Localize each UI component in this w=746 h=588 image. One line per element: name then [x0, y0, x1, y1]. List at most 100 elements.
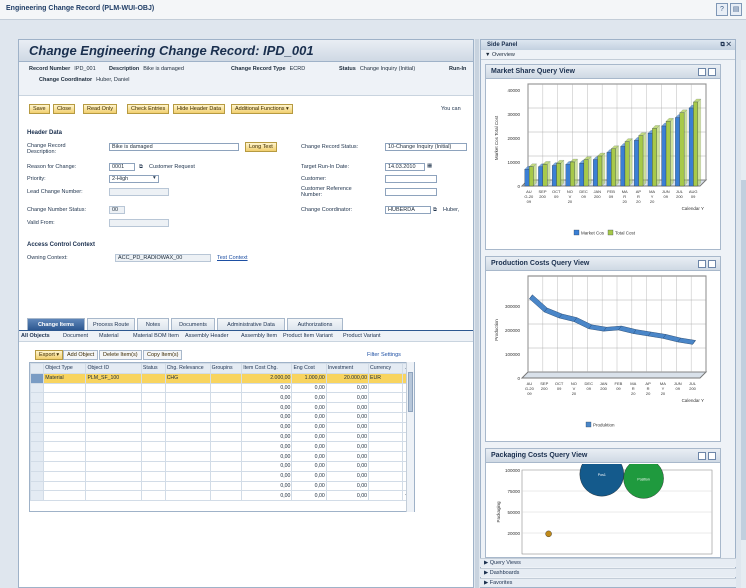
table-cell[interactable] [140, 382, 166, 394]
check-entries-button[interactable]: Check Entries [127, 104, 170, 114]
column-header[interactable]: Status [140, 363, 166, 374]
table-cell[interactable]: 0,00 [241, 451, 293, 462]
table-row[interactable]: 0,00 0,00 0,00 [29, 411, 414, 423]
table-row[interactable]: 0,00 0,00 0,00 [29, 382, 414, 394]
row-selector[interactable] [29, 490, 45, 502]
coord-input[interactable]: HUBERDA [385, 206, 431, 214]
table-cell[interactable] [164, 382, 211, 394]
table-cell[interactable] [43, 382, 87, 394]
table-cell[interactable]: 1.000,00 [291, 372, 327, 384]
copy-items-button[interactable]: Copy Item(s) [143, 350, 183, 360]
table-cell[interactable]: 0,00 [325, 421, 370, 433]
table-cell[interactable]: 0,00 [325, 470, 370, 482]
table-cell[interactable] [43, 480, 87, 492]
table-cell[interactable] [164, 402, 211, 413]
customer-ref-input[interactable] [385, 188, 437, 196]
table-cell[interactable]: PLM_SF_100 [85, 372, 142, 384]
row-selector[interactable] [29, 470, 45, 482]
table-cell[interactable] [43, 460, 87, 472]
table-cell[interactable] [209, 441, 243, 453]
table-cell[interactable]: 0,00 [325, 460, 370, 472]
panel-settings-icon[interactable] [698, 260, 706, 268]
table-cell[interactable]: 0,00 [291, 411, 327, 423]
table-cell[interactable]: 0,00 [291, 421, 327, 433]
table-cell[interactable] [164, 480, 211, 492]
subtab-material[interactable]: Material [99, 333, 119, 339]
table-cell[interactable]: 0,00 [325, 382, 370, 394]
panel-splitter[interactable] [475, 39, 479, 588]
table-cell[interactable] [43, 431, 87, 443]
table-cell[interactable] [164, 441, 211, 453]
table-row[interactable]: 0,000,000,00▼ [29, 490, 414, 502]
table-scrollbar[interactable] [406, 362, 414, 512]
table-row[interactable]: 0,00 0,00 0,00 [29, 460, 414, 472]
table-cell[interactable]: 0,00 [325, 490, 370, 502]
target-date-input[interactable]: 14.03.2010 [385, 163, 425, 171]
table-cell[interactable] [164, 392, 211, 404]
table-cell[interactable] [43, 402, 87, 413]
table-cell[interactable] [209, 382, 243, 394]
panel-minimize-icon[interactable] [708, 68, 716, 76]
column-header[interactable]: Chg. Relevance [164, 363, 211, 374]
tab-administrative-data[interactable]: Administrative Data [217, 318, 285, 330]
table-cell[interactable] [140, 441, 166, 453]
table-cell[interactable] [140, 451, 166, 462]
table-cell[interactable]: 0,00 [241, 392, 293, 404]
table-row[interactable]: Material PLM_SF_100 CHG 2.000,00 1.000,00 20.… [29, 372, 414, 384]
test-context-link[interactable]: Test Context [217, 255, 248, 261]
table-cell[interactable] [43, 441, 87, 453]
read-only-button[interactable]: Read Only [83, 104, 117, 114]
table-cell[interactable] [43, 421, 87, 433]
table-cell[interactable]: EUR [368, 372, 404, 384]
table-cell[interactable] [164, 470, 211, 482]
reason-code-input[interactable]: 0001 [109, 163, 135, 171]
table-cell[interactable] [209, 490, 243, 502]
column-header[interactable]: Object ID [85, 363, 142, 374]
scrollbar-thumb[interactable] [408, 372, 413, 412]
table-cell[interactable] [140, 431, 166, 443]
table-cell[interactable] [209, 470, 243, 482]
table-cell[interactable]: 0,00 [291, 402, 327, 413]
table-cell[interactable]: 0,00 [291, 470, 327, 482]
table-cell[interactable] [164, 411, 211, 423]
table-cell[interactable] [164, 431, 211, 443]
subtab-assembly-header[interactable]: Assembly Header [185, 333, 228, 339]
tab-authorizations[interactable]: Authorizations [287, 318, 343, 330]
row-selector[interactable] [29, 402, 45, 413]
tab-change-items[interactable]: Change Items [27, 318, 85, 330]
column-header[interactable]: Item Cost Chg. [241, 363, 293, 374]
tab-notes[interactable]: Notes [137, 318, 169, 330]
table-cell[interactable] [43, 470, 87, 482]
subtab-all-objects[interactable]: All Objects [21, 333, 50, 339]
table-cell[interactable]: 0,00 [325, 431, 370, 443]
table-cell[interactable] [209, 411, 243, 423]
subtab-assembly-item[interactable]: Assembly Item [241, 333, 277, 339]
select-all-cell[interactable] [29, 363, 45, 374]
table-cell[interactable] [85, 470, 142, 482]
cr-status-select[interactable]: 10-Change Inquiry (Initial) [385, 143, 467, 151]
table-cell[interactable] [43, 411, 87, 423]
table-cell[interactable]: 0,00 [291, 382, 327, 394]
table-cell[interactable]: 0,00 [241, 402, 293, 413]
table-cell[interactable] [43, 490, 87, 502]
table-cell[interactable] [85, 451, 142, 462]
accordion-query-views[interactable]: ▶ Query Views [480, 558, 736, 567]
table-cell[interactable]: 0,00 [291, 441, 327, 453]
accordion-favorites[interactable]: ▶ Favorites [480, 578, 736, 587]
panel-settings-icon[interactable] [698, 68, 706, 76]
desc-input[interactable]: Bike is damaged [109, 143, 239, 151]
table-cell[interactable]: 0,00 [241, 382, 293, 394]
subtab-product-item-variant[interactable]: Product Item Variant [283, 333, 333, 339]
tab-process-route[interactable]: Process Route [87, 318, 135, 330]
panel-minimize-icon[interactable] [708, 260, 716, 268]
table-cell[interactable] [85, 411, 142, 423]
hide-header-button[interactable]: Hide Header Data [173, 104, 226, 114]
settings-link[interactable]: Settings [381, 352, 401, 358]
table-row[interactable]: 0,00 0,00 0,00 [29, 451, 414, 462]
column-header[interactable]: Groupins [209, 363, 243, 374]
subtab-material-bom-item[interactable]: Material BOM Item [133, 333, 179, 339]
table-cell[interactable] [164, 490, 211, 502]
table-cell[interactable]: Material [43, 372, 87, 384]
table-cell[interactable] [209, 392, 243, 404]
row-selector[interactable] [29, 441, 45, 453]
